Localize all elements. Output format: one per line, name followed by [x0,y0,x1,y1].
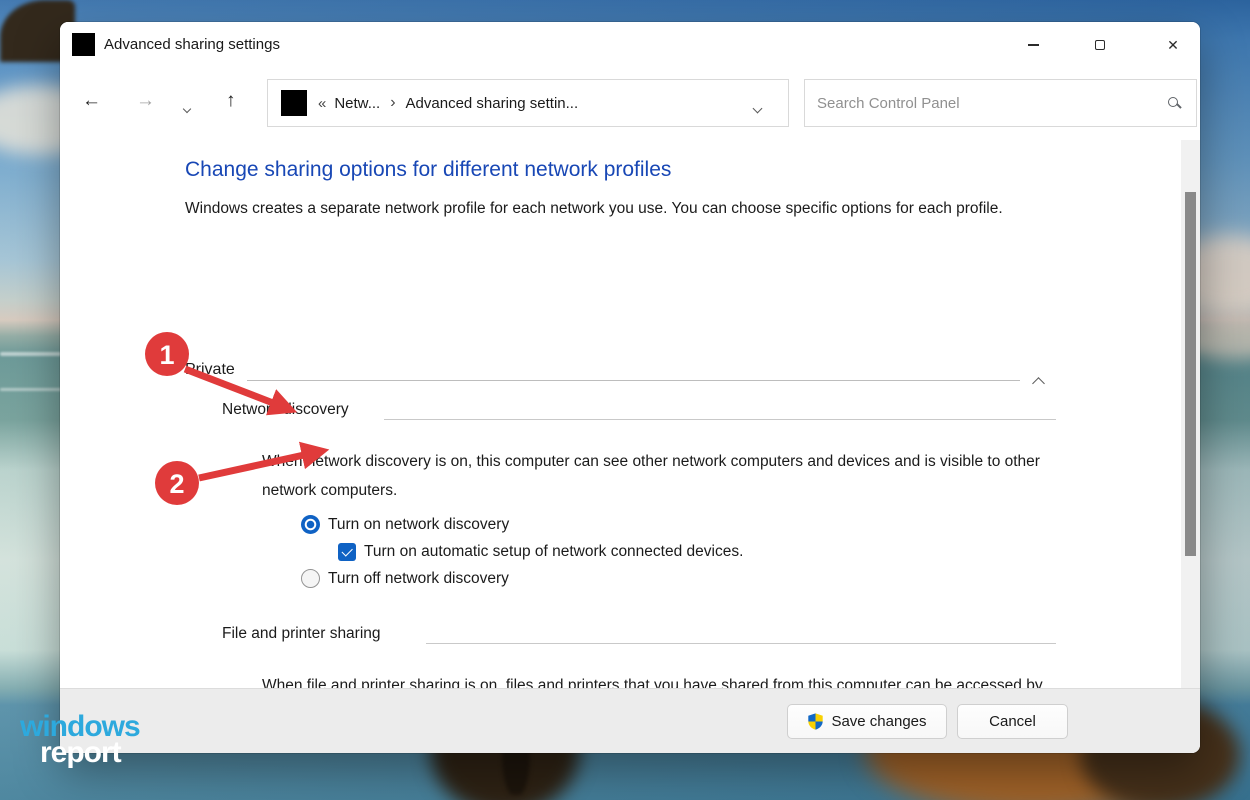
window-title: Advanced sharing settings [104,36,280,53]
option-automatic-setup[interactable]: Turn on automatic setup of network conne… [338,543,743,561]
settings-content: Change sharing options for different net… [60,136,1200,688]
subsection-divider [384,419,1056,420]
close-button[interactable]: ✕ [1150,29,1196,61]
maximize-icon [1095,40,1106,51]
back-icon: ← [82,90,101,111]
forward-icon: → [136,90,155,111]
minimize-icon [1028,44,1039,46]
minimize-button[interactable] [1010,29,1056,61]
section-divider [247,380,1020,381]
subsection-divider [426,643,1056,644]
save-changes-label: Save changes [831,713,926,730]
cancel-label: Cancel [989,713,1036,730]
intro-text: Windows creates a separate network profi… [185,194,1035,223]
network-discovery-description: When network discovery is on, this compu… [262,447,1052,505]
breadcrumb-current[interactable]: Advanced sharing settin... [406,95,579,112]
option-turn-on-network-discovery[interactable]: Turn on network discovery [301,515,509,534]
option-label: Turn on network discovery [328,516,509,534]
wave-foam [0,388,62,391]
back-button[interactable]: ← [82,90,101,112]
radio-unselected-icon[interactable] [301,569,320,588]
chevron-down-icon [753,104,763,114]
up-icon: ↑ [226,90,236,111]
breadcrumb-bar[interactable]: « Netw... › Advanced sharing settin... ↻ [267,79,789,127]
forward-button[interactable]: → [136,90,155,112]
titlebar[interactable]: Advanced sharing settings ✕ [60,22,1200,70]
profile-section-label: Private [185,361,235,379]
windows-report-watermark: windows report [20,712,140,768]
wave-foam [0,352,62,356]
folder-icon [281,90,307,116]
save-changes-button[interactable]: Save changes [787,704,947,739]
scrollbar-thumb[interactable] [1185,192,1196,556]
radio-selected-icon[interactable] [301,515,320,534]
advanced-sharing-settings-window: Advanced sharing settings ✕ ← → ↑ « Netw… [60,22,1200,753]
collapse-section-button[interactable] [1034,375,1043,393]
scrollbar-track[interactable] [1181,140,1200,688]
option-label: Turn off network discovery [328,570,509,588]
chevron-down-icon [183,105,191,113]
up-button[interactable]: ↑ [226,90,236,112]
option-turn-off-network-discovery[interactable]: Turn off network discovery [301,569,509,588]
recent-pages-dropdown[interactable] [184,99,190,117]
search-icon[interactable] [1168,97,1178,107]
nav-toolbar: ← → ↑ « Netw... › Advanced sharing setti… [60,70,1200,136]
footer-bar: Save changes Cancel [60,688,1200,753]
checkbox-checked-icon[interactable] [338,543,356,561]
network-discovery-title: Network discovery [222,401,349,419]
search-box [804,79,1197,127]
breadcrumb-overflow[interactable]: « [318,95,326,112]
page-title: Change sharing options for different net… [185,158,671,182]
address-dropdown-button[interactable] [754,99,761,117]
search-input[interactable] [805,80,1196,126]
chevron-up-icon [1032,377,1045,390]
uac-shield-icon [807,713,824,730]
breadcrumb-separator: › [390,94,395,112]
maximize-button[interactable] [1077,29,1123,61]
cancel-button[interactable]: Cancel [957,704,1068,739]
app-icon [72,33,95,56]
breadcrumb-parent[interactable]: Netw... [334,95,380,112]
close-icon: ✕ [1167,38,1179,52]
option-label: Turn on automatic setup of network conne… [364,543,743,561]
file-printer-sharing-title: File and printer sharing [222,625,381,643]
